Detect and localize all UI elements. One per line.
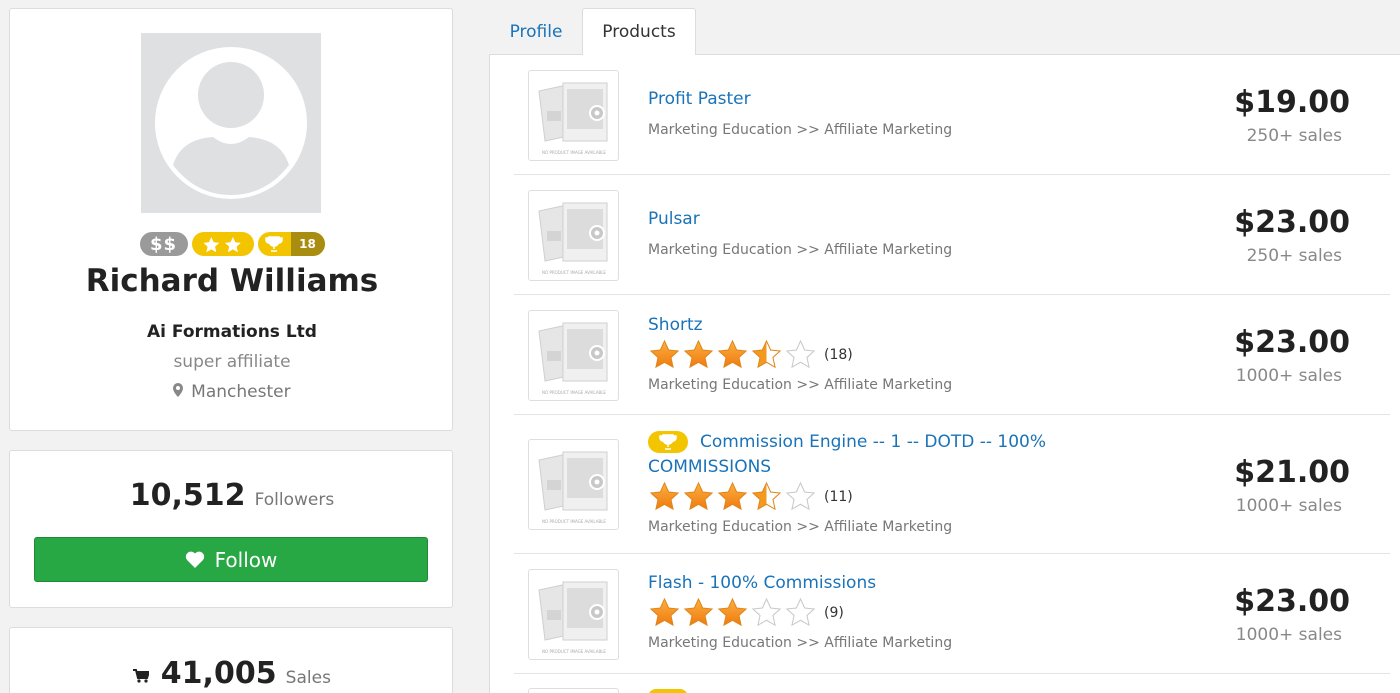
tab-products[interactable]: Products [582,8,696,55]
product-thumbnail[interactable] [528,70,619,161]
product-row: Flash - 100% Commissions (9) Marketing E… [514,554,1390,674]
followers-label: Followers [254,490,335,510]
product-row: Pulsar Marketing Education >> Affiliate … [514,175,1390,295]
company-name: Ai Formations Ltd [147,322,317,342]
product-price: $23.00 [1234,205,1350,240]
product-name[interactable]: Shortz [648,313,703,338]
trophy-icon [648,431,688,453]
cart-icon [133,667,155,688]
sales-label: Sales [285,668,331,688]
product-name-line1: Commission Engine -- 1 -- DOTD -- 100% [700,432,1046,452]
profile-card: $$ 18 Richard Williams Ai Formations Ltd… [9,8,453,431]
product-sales: 1000+ sales [1235,366,1342,386]
product-row: Profit Paster Marketing Education >> Aff… [514,55,1390,175]
star-full-icon [682,597,715,628]
star-half-icon [750,339,783,370]
rating-count: (11) [824,488,853,505]
avatar [141,33,321,213]
follow-button[interactable]: Follow [34,537,428,582]
sales-count: 41,005 [160,656,277,691]
product-row: Commission Engine -- 1 -- DOTD -- 100% CO… [514,415,1390,554]
star-full-icon [682,339,715,370]
product-price: $19.00 [1234,85,1350,120]
rating-count: (18) [824,346,853,363]
product-name[interactable]: Profit Paster [648,87,751,112]
product-sales: 250+ sales [1246,126,1342,146]
page: $$ 18 Richard Williams Ai Formations Ltd… [0,0,1400,693]
location-text: Manchester [191,382,291,402]
two-stars-icon [202,237,241,253]
star-full-icon [716,339,749,370]
product-category: Marketing Education >> Affiliate Marketi… [648,122,953,138]
rating-count: (9) [824,604,844,621]
products-panel: Profit Paster Marketing Education >> Aff… [489,54,1400,693]
product-price: $23.00 [1234,325,1350,360]
product-category: Marketing Education >> Affiliate Marketi… [648,635,953,651]
star-half-icon [750,481,783,512]
money-badge: $$ [139,232,188,256]
star-empty-icon [750,597,783,628]
badge-row: $$ 18 [10,232,454,256]
product-category: Marketing Education >> Affiliate Marketi… [648,519,953,535]
star-empty-icon [784,481,817,512]
star-full-icon [648,481,681,512]
star-full-icon [648,597,681,628]
star-full-icon [716,481,749,512]
follow-button-label: Follow [214,547,278,572]
followers-line: 10,512 Followers [10,478,454,513]
product-name[interactable]: Flash - 100% Commissions [648,571,876,596]
product-category: Marketing Education >> Affiliate Marketi… [648,377,953,393]
trophy-icon [648,689,688,693]
map-marker-icon [173,383,188,401]
star-rating: (9) [648,597,844,628]
star-full-icon [682,481,715,512]
product-price: $21.00 [1234,455,1350,490]
product-sales: 1000+ sales [1235,496,1342,516]
product-sales: 250+ sales [1246,246,1342,266]
heart-icon [185,551,204,568]
followers-card: 10,512 Followers Follow [9,450,453,608]
product-row: Shortz (18) Marketing Education >> Affil… [514,295,1390,415]
star-rating: (11) [648,481,853,512]
stars-badge [191,232,254,256]
star-empty-icon [784,597,817,628]
trophy-badge: 18 [257,232,325,256]
product-name-line2: COMMISSIONS [648,457,772,477]
default-avatar-icon [155,47,307,199]
product-price: $23.00 [1234,584,1350,619]
product-thumbnail[interactable] [528,190,619,281]
product-name[interactable]: Pulsar [648,207,700,232]
star-rating: (18) [648,339,853,370]
trophy-count: 18 [290,232,325,256]
product-sales: 1000+ sales [1235,625,1342,645]
star-empty-icon [784,339,817,370]
product-thumbnail[interactable] [528,569,619,660]
trophy-icon [258,232,291,256]
product-name[interactable]: Commission Engine -- 1 -- DOTD -- 100% CO… [648,430,1088,480]
product-thumbnail-partial[interactable] [528,688,619,693]
sales-line: 41,005 Sales [10,656,454,691]
product-thumbnail[interactable] [528,310,619,401]
sales-card: 41,005 Sales [9,627,453,693]
product-thumbnail[interactable] [528,439,619,530]
star-full-icon [648,339,681,370]
product-category: Marketing Education >> Affiliate Marketi… [648,242,953,258]
followers-count: 10,512 [129,478,246,513]
profile-location: Manchester [10,382,454,402]
profile-name: Richard Williams [85,263,379,299]
profile-role: super affiliate [173,352,291,372]
star-full-icon [716,597,749,628]
tab-profile[interactable]: Profile [490,8,582,55]
